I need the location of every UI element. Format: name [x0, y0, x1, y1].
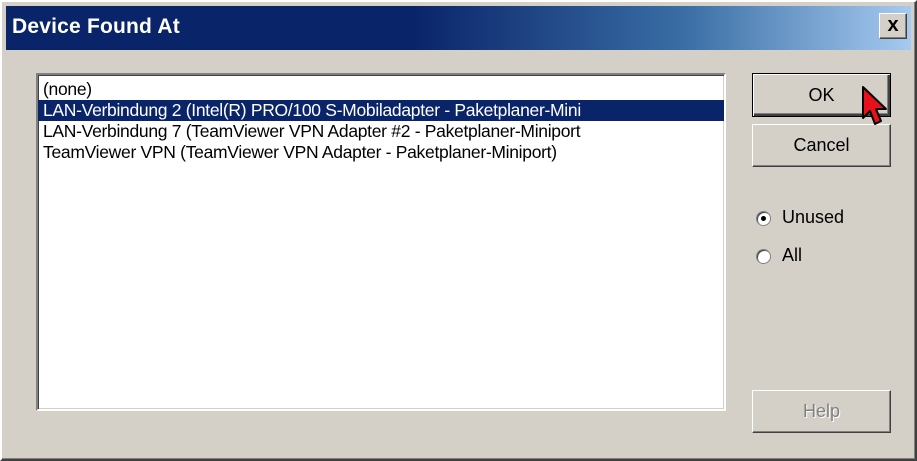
dialog-window: Device Found At x (none) LAN-Verbindung …	[0, 0, 917, 461]
device-list: (none) LAN-Verbindung 2 (Intel(R) PRO/10…	[38, 75, 724, 163]
help-button[interactable]: Help	[752, 390, 891, 433]
list-item-selected[interactable]: LAN-Verbindung 2 (Intel(R) PRO/100 S-Mob…	[38, 100, 724, 121]
close-button[interactable]: x	[879, 13, 907, 39]
list-item[interactable]: (none)	[38, 79, 724, 100]
title-bar[interactable]: Device Found At x	[6, 6, 911, 50]
close-icon: x	[887, 14, 899, 36]
radio-unused-label: Unused	[782, 207, 845, 227]
cancel-button[interactable]: Cancel	[752, 124, 891, 167]
radio-all-label: All	[782, 245, 803, 265]
list-item[interactable]: LAN-Verbindung 7 (TeamViewer VPN Adapter…	[38, 121, 724, 142]
device-listbox[interactable]: (none) LAN-Verbindung 2 (Intel(R) PRO/10…	[36, 73, 726, 411]
cancel-button-label: Cancel	[793, 135, 850, 155]
help-button-label: Help	[802, 401, 841, 421]
mouse-pointer-icon	[862, 86, 887, 125]
window-title: Device Found At	[12, 15, 180, 38]
radio-unchecked-icon	[756, 249, 771, 264]
radio-checked-icon	[756, 211, 771, 226]
list-item[interactable]: TeamViewer VPN (TeamViewer VPN Adapter -…	[38, 142, 724, 163]
ok-button-label: OK	[808, 85, 835, 105]
